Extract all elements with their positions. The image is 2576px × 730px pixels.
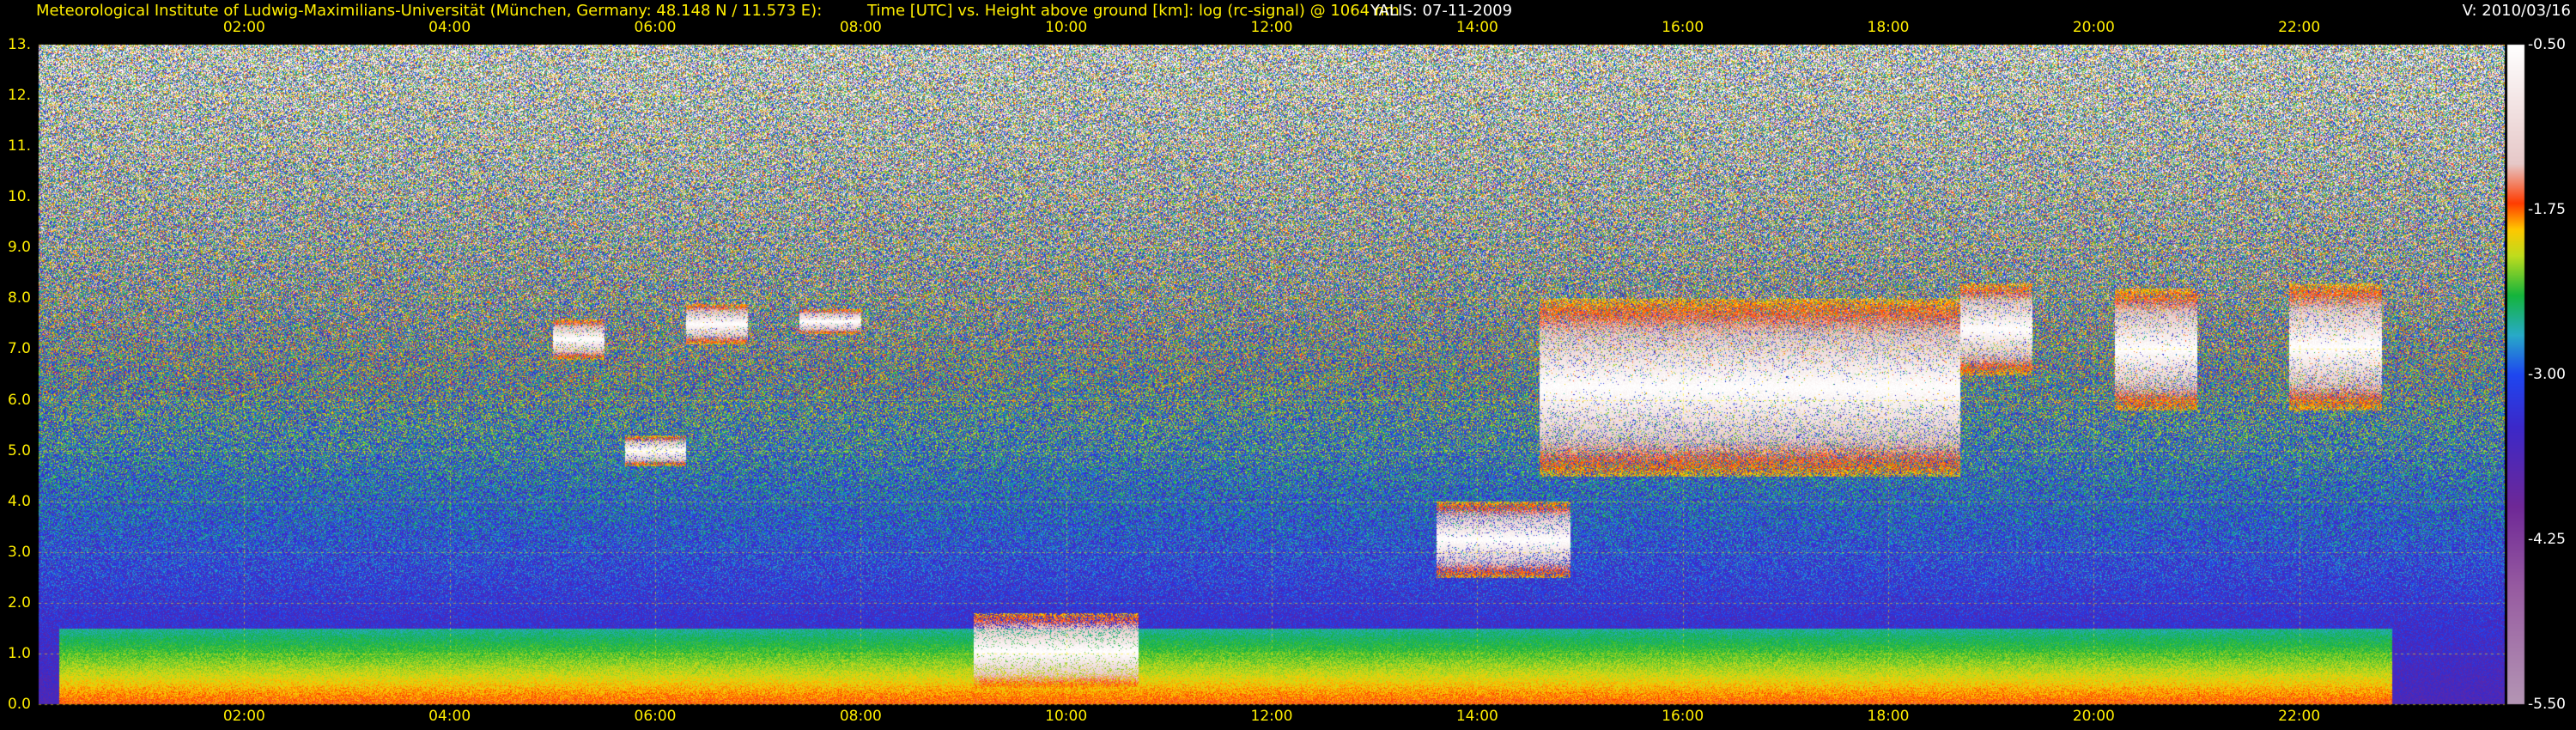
y-tick-label: 9.0: [7, 239, 31, 257]
x-tick-bottom: 08:00: [839, 708, 882, 725]
x-tick-bottom: 14:00: [1455, 708, 1498, 725]
lidar-time-height-plot: [0, 0, 2576, 730]
x-tick-bottom: 06:00: [634, 708, 677, 725]
colorbar-tick-label: -4.25: [2528, 531, 2566, 548]
y-tick-label: 4.0: [7, 492, 31, 510]
x-tick-bottom: 02:00: [222, 708, 265, 725]
y-tick-label: 3.0: [7, 543, 31, 561]
x-tick-top: 12:00: [1250, 19, 1293, 36]
colorbar-tick-label: -1.75: [2528, 201, 2566, 218]
x-tick-top: 10:00: [1045, 19, 1088, 36]
y-tick-label: 13.: [7, 36, 31, 53]
x-tick-top: 20:00: [2072, 19, 2115, 36]
y-tick-label: 12.: [7, 87, 31, 105]
y-tick-label: 1.0: [7, 644, 31, 662]
x-tick-top: 22:00: [2278, 19, 2321, 36]
institute-title: Meteorological Institute of Ludwig-Maxim…: [36, 2, 823, 20]
y-tick-label: 8.0: [7, 289, 31, 307]
x-tick-bottom: 20:00: [2072, 708, 2115, 725]
x-tick-bottom: 04:00: [428, 708, 471, 725]
y-tick-label: 5.0: [7, 441, 31, 459]
x-tick-top: 04:00: [428, 19, 471, 36]
x-tick-top: 08:00: [839, 19, 882, 36]
instrument-date: YALIS: 07-11-2009: [1370, 2, 1513, 20]
y-tick-label: 11.: [7, 137, 31, 155]
colorbar-tick-label: -0.50: [2528, 36, 2566, 53]
x-tick-bottom: 18:00: [1867, 708, 1910, 725]
x-tick-top: 16:00: [1662, 19, 1704, 36]
version-label: V: 2010/03/16: [2462, 2, 2571, 20]
y-tick-label: 0.0: [7, 696, 31, 713]
colorbar-tick-label: -3.00: [2528, 366, 2566, 383]
x-tick-bottom: 22:00: [2278, 708, 2321, 725]
x-tick-bottom: 10:00: [1045, 708, 1088, 725]
axis-description: Time [UTC] vs. Height above ground [km]:…: [867, 2, 1400, 20]
y-tick-label: 7.0: [7, 340, 31, 358]
x-tick-top: 18:00: [1867, 19, 1910, 36]
y-tick-label: 6.0: [7, 391, 31, 409]
y-tick-label: 10.: [7, 188, 31, 206]
y-tick-label: 2.0: [7, 593, 31, 611]
x-tick-bottom: 12:00: [1250, 708, 1293, 725]
x-tick-bottom: 16:00: [1662, 708, 1704, 725]
x-tick-top: 06:00: [634, 19, 677, 36]
x-tick-top: 14:00: [1455, 19, 1498, 36]
x-tick-top: 02:00: [222, 19, 265, 36]
colorbar-tick-label: -5.50: [2528, 696, 2566, 713]
